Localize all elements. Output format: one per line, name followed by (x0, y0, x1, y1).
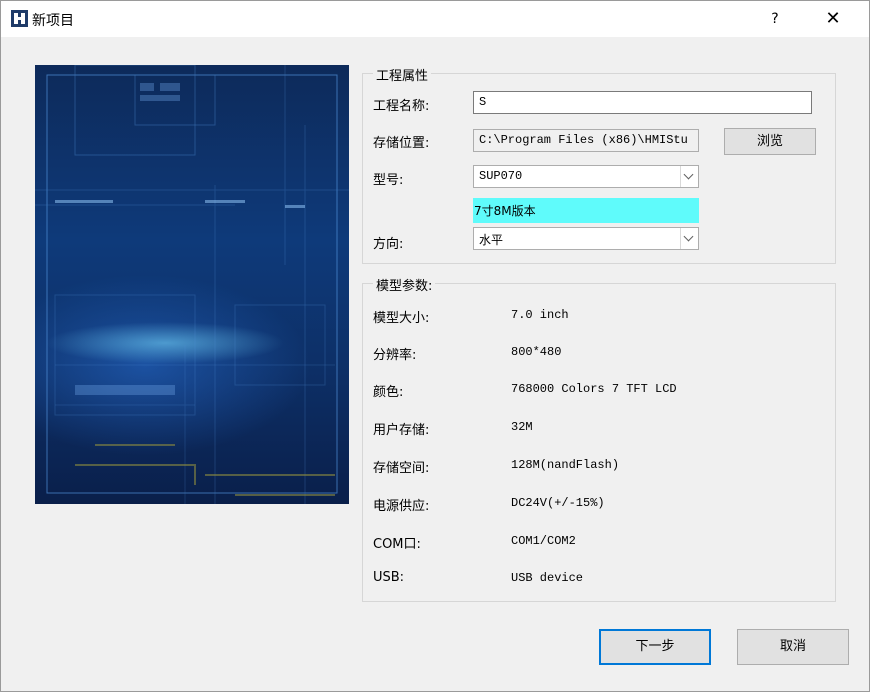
project-name-input[interactable]: S (473, 91, 812, 114)
browse-button[interactable]: 浏览 (724, 128, 816, 155)
help-button[interactable]: ? (757, 6, 793, 32)
circuit-graphic (35, 65, 349, 504)
param-value: COM1/COM2 (511, 534, 576, 548)
param-value: 32M (511, 420, 533, 434)
close-button[interactable]: ✕ (813, 6, 853, 32)
project-name-label: 工程名称: (373, 99, 430, 114)
param-label: USB: (373, 570, 405, 585)
param-label: 用户存储: (373, 423, 430, 438)
model-parameters-legend: 模型参数: (373, 275, 436, 294)
chevron-down-icon (680, 228, 698, 249)
param-label: 存储空间: (373, 461, 430, 476)
model-select-value: SUP070 (479, 169, 523, 183)
model-label: 型号: (373, 173, 404, 188)
param-value: 768000 Colors 7 TFT LCD (511, 382, 677, 396)
orientation-select[interactable]: 水平 (473, 227, 699, 250)
next-button[interactable]: 下一步 (599, 629, 711, 665)
chevron-down-icon (680, 166, 698, 187)
window-title: 新项目 (32, 13, 74, 29)
title-bar: 新项目 ? ✕ (1, 1, 869, 37)
param-value: 7.0 inch (511, 308, 569, 322)
param-label: 电源供应: (373, 499, 430, 514)
project-properties-legend: 工程属性 (373, 65, 432, 84)
model-description-banner: 7寸8M版本 (473, 198, 699, 223)
param-value: DC24V(+/-15%) (511, 496, 605, 510)
param-value: 128M(nandFlash) (511, 458, 620, 472)
model-select[interactable]: SUP070 (473, 165, 699, 188)
device-preview-image (35, 65, 349, 504)
param-value: 800*480 (511, 345, 562, 359)
app-logo-icon (11, 10, 28, 27)
model-parameters-group: 模型参数: (362, 275, 836, 602)
param-value: USB device (511, 571, 584, 585)
storage-location-label: 存储位置: (373, 136, 430, 151)
param-label: 颜色: (373, 385, 404, 400)
orientation-select-value: 水平 (479, 233, 504, 247)
param-label: 分辨率: (373, 348, 417, 363)
storage-location-input[interactable]: C:\Program Files (x86)\HMIStu (473, 129, 699, 152)
cancel-button[interactable]: 取消 (737, 629, 849, 665)
param-label: 模型大小: (373, 311, 430, 326)
orientation-label: 方向: (373, 237, 404, 252)
new-project-dialog: 新项目 ? ✕ 工程属性 工程名称: S 存储位置: C:\Program Fi… (0, 0, 870, 692)
param-label: COM口: (373, 537, 421, 552)
